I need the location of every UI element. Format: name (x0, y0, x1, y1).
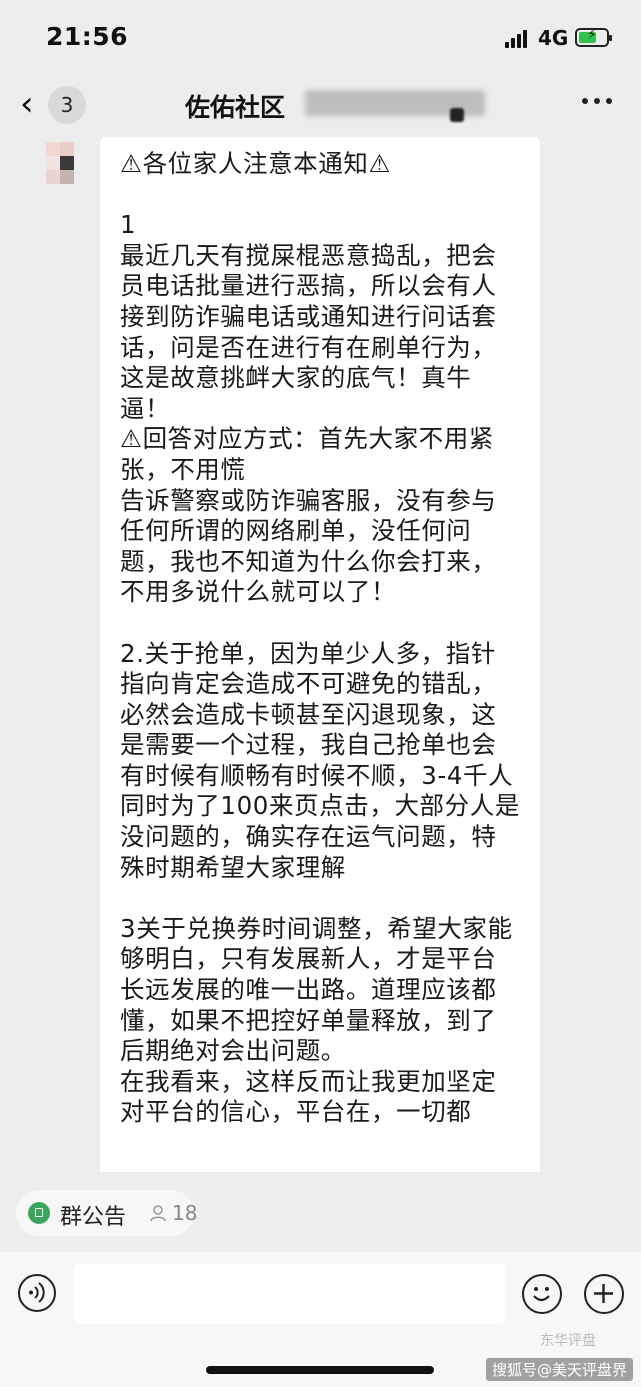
chat-title: 佐佑社区 (185, 93, 286, 122)
home-indicator[interactable] (206, 1366, 434, 1374)
person-icon (150, 1205, 166, 1222)
plus-icon[interactable] (584, 1274, 624, 1314)
sender-avatar[interactable] (46, 142, 90, 186)
message-text: ⚠各位家人注意本通知⚠ 1 最近几天有搅屎棍恶意捣乱，把会员电话批量进行恶搞，所… (120, 149, 520, 1127)
redacted-title-fragment (450, 108, 464, 122)
emoji-icon[interactable] (522, 1274, 562, 1314)
announcement-icon (28, 1202, 50, 1224)
group-notice-label: 群公告 (60, 1205, 127, 1230)
watermark-top: 东华评盘 (540, 1333, 596, 1349)
watermark: 搜狐号@美天评盘界 (486, 1358, 634, 1381)
network-type: 4G (538, 26, 569, 50)
battery-icon: ⚡ (575, 27, 612, 47)
unread-count-badge[interactable]: 3 (48, 86, 86, 124)
status-time: 21:56 (46, 22, 129, 51)
voice-icon[interactable] (18, 1274, 56, 1312)
chat-header: ‹ 3 佐佑社区 (0, 78, 641, 134)
group-notice-button[interactable]: 群公告 18 (16, 1190, 198, 1236)
message-bubble[interactable]: ⚠各位家人注意本通知⚠ 1 最近几天有搅屎棍恶意捣乱，把会员电话批量进行恶搞，所… (100, 137, 540, 1177)
message-input[interactable] (74, 1264, 506, 1324)
status-bar: 21:56 4G ⚡ (0, 0, 641, 78)
signal-icon (505, 30, 531, 48)
notice-bar: 群公告 18 (0, 1172, 641, 1252)
reader-count: 18 (172, 1201, 198, 1225)
more-dots-icon[interactable] (580, 96, 614, 106)
chevron-left-icon[interactable]: ‹ (20, 84, 34, 124)
